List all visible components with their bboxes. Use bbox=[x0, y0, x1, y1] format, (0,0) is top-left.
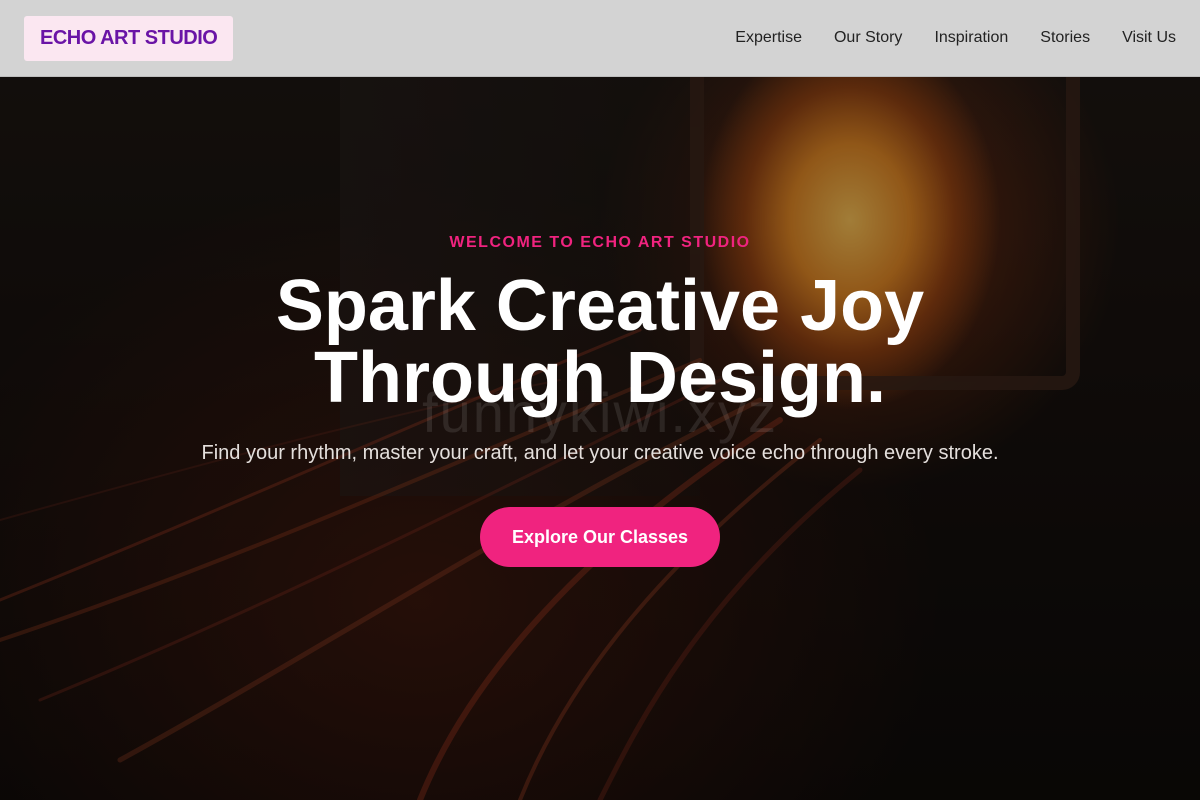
main-nav: Expertise Our Story Inspiration Stories … bbox=[735, 29, 1176, 47]
hero-headline-line-1: Spark Creative Joy bbox=[275, 266, 925, 346]
explore-classes-button[interactable]: Explore Our Classes bbox=[480, 507, 720, 567]
nav-link-stories[interactable]: Stories bbox=[1040, 29, 1090, 47]
landing-page: funnykiwi.xyz ECHO ART STUDIO Expertise … bbox=[0, 0, 1200, 800]
hero-headline-line-2: Through Design. bbox=[314, 338, 886, 418]
nav-link-expertise[interactable]: Expertise bbox=[735, 29, 802, 47]
nav-link-visit-us[interactable]: Visit Us bbox=[1122, 29, 1176, 47]
hero-headline: Spark Creative Joy Through Design. bbox=[150, 270, 1050, 414]
site-header: ECHO ART STUDIO Expertise Our Story Insp… bbox=[0, 0, 1200, 77]
nav-link-inspiration[interactable]: Inspiration bbox=[934, 29, 1008, 47]
hero-eyebrow: WELCOME TO ECHO ART STUDIO bbox=[449, 234, 751, 251]
hero-subtitle: Find your rhythm, master your craft, and… bbox=[201, 442, 999, 464]
hero-section: WELCOME TO ECHO ART STUDIO Spark Creativ… bbox=[0, 0, 1200, 800]
nav-link-our-story[interactable]: Our Story bbox=[834, 29, 902, 47]
site-logo[interactable]: ECHO ART STUDIO bbox=[24, 15, 234, 61]
